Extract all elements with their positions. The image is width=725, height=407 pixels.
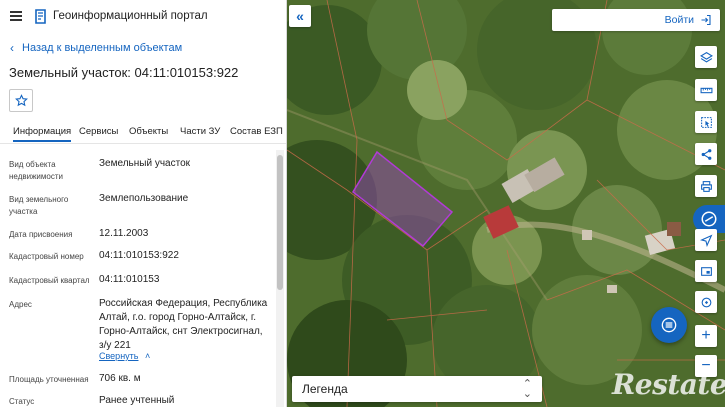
- share-icon: [701, 148, 711, 160]
- object-title: Земельный участок: 04:11:010153:922: [9, 65, 239, 80]
- ruler-alt-icon: [701, 211, 717, 227]
- star-icon: [14, 94, 28, 107]
- layers-button[interactable]: [695, 46, 717, 68]
- tab-services[interactable]: Сервисы: [79, 126, 118, 137]
- collapse-link-label: Свернуть: [99, 351, 139, 361]
- tab-ezp-composition[interactable]: Состав ЕЗП: [230, 126, 283, 137]
- legend-select[interactable]: Легенда ⌃ ⌄: [292, 376, 542, 402]
- attr-label: Адрес: [9, 300, 32, 309]
- attr-value: 04:11:010153:922: [99, 250, 179, 261]
- login-label: Войти: [664, 14, 694, 26]
- tab-info[interactable]: Информация: [13, 126, 72, 142]
- address-value: Российская Федерация, Республика Алтай, …: [99, 298, 268, 351]
- zoom-in-icon: +: [701, 327, 711, 344]
- attr-value: Земельный участок: [99, 158, 191, 169]
- share-button[interactable]: [695, 143, 717, 165]
- tab-parcel-parts[interactable]: Части ЗУ: [180, 126, 220, 137]
- attr-value: 12.11.2003: [99, 228, 149, 239]
- zoom-in-button[interactable]: +: [695, 325, 717, 347]
- attr-label: Дата присвоения: [9, 230, 73, 239]
- print-icon: [700, 180, 712, 192]
- ruler-icon: [700, 87, 712, 93]
- favorite-button[interactable]: [9, 89, 33, 112]
- satellite-imagery: [287, 0, 725, 407]
- login-button[interactable]: Войти: [552, 9, 720, 31]
- attr-label: Кадастровый номер: [9, 252, 84, 261]
- attr-label: Статус: [9, 397, 35, 406]
- back-link[interactable]: ‹ Назад к выделенным объектам: [10, 41, 182, 55]
- legend-label: Легенда: [302, 382, 348, 396]
- chevron-left-icon: ‹: [10, 41, 14, 55]
- attr-value: 706 кв. м: [99, 373, 141, 384]
- watermark-text: Restate: [612, 368, 725, 401]
- ruler-button[interactable]: [695, 79, 717, 101]
- screenshot-icon: [700, 266, 712, 276]
- attr-label: Вид объекта недвижимости: [9, 160, 63, 181]
- hamburger-icon[interactable]: [10, 11, 22, 21]
- locate-icon: [699, 234, 712, 247]
- select-area-icon: [700, 116, 712, 128]
- back-link-label: Назад к выделенным объектам: [22, 42, 183, 54]
- attr-label: Вид земельного участка: [9, 195, 69, 216]
- attr-label: Кадастровый квартал: [9, 276, 90, 285]
- attr-value: 04:11:010153: [99, 274, 160, 285]
- routes-button[interactable]: [695, 291, 717, 313]
- print-button[interactable]: [695, 175, 717, 197]
- chevron-updown-icon: ⌃ ⌄: [522, 378, 532, 400]
- attr-value: Землепользование: [99, 193, 189, 204]
- collapse-panel-button[interactable]: «: [289, 5, 311, 27]
- portal-logo-icon: [35, 9, 46, 24]
- double-chevron-left-icon: «: [296, 8, 304, 24]
- chevron-up-icon: ˄: [145, 351, 151, 361]
- scrollbar-thumb[interactable]: [277, 155, 283, 290]
- object-tabs: Информация Сервисы Объекты Части ЗУ Сост…: [0, 122, 286, 144]
- locate-button[interactable]: [695, 229, 717, 251]
- list-fab-button[interactable]: [651, 307, 687, 343]
- top-bar: Геоинформационный портал: [0, 0, 286, 34]
- attr-label: Площадь уточненная: [9, 375, 89, 384]
- attr-value: Ранее учтенный: [99, 395, 175, 406]
- info-panel: Геоинформационный портал ‹ Назад к выдел…: [0, 0, 287, 407]
- list-icon: [661, 317, 677, 333]
- tab-objects[interactable]: Объекты: [129, 126, 168, 137]
- collapse-link[interactable]: Свернуть ˄: [99, 351, 150, 361]
- screenshot-button[interactable]: [695, 260, 717, 282]
- routes-icon: [701, 297, 711, 307]
- portal-title: Геоинформационный портал: [53, 10, 208, 22]
- layers-icon: [699, 51, 713, 62]
- login-icon: [701, 14, 711, 26]
- select-area-button[interactable]: [695, 111, 717, 133]
- map-view[interactable]: [287, 0, 725, 407]
